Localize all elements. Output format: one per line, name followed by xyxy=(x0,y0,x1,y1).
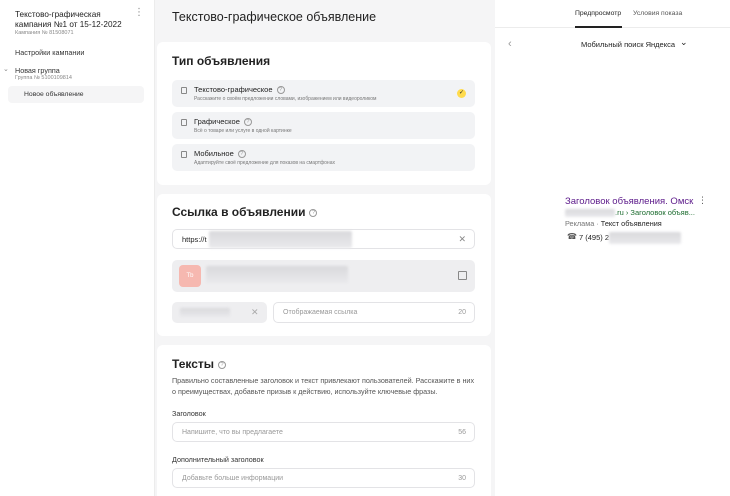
redacted-domain xyxy=(565,209,615,218)
turbo-page-selector[interactable]: Тb xyxy=(172,260,475,292)
preview-panel: Предпросмотр Условия показа ‹ Мобильный … xyxy=(495,0,730,496)
ad-type-option-text-graphic[interactable]: Текстово-графическое? Расскажите о своём… xyxy=(172,80,475,107)
device-selector[interactable]: Мобильный поиск Яндекса xyxy=(581,40,675,49)
texts-heading: Тексты? xyxy=(172,357,227,371)
headline-counter: 56 xyxy=(458,429,466,436)
help-icon[interactable]: ? xyxy=(309,208,318,217)
campaign-title[interactable]: Текстово-графическая кампания №1 от 15-1… xyxy=(15,10,137,30)
url-value: https://t xyxy=(182,235,207,244)
preview-ad-url[interactable]: .ru › Заголовок объяв... xyxy=(565,208,695,218)
option-title: Текстово-графическое? xyxy=(194,85,285,95)
close-icon[interactable]: ✕ xyxy=(251,308,259,317)
tab-preview[interactable]: Предпросмотр xyxy=(575,10,621,17)
preview-phone[interactable]: 7 (495) 2 xyxy=(579,233,609,242)
close-icon[interactable]: ✕ xyxy=(458,235,466,244)
group-number: Группа № 5100109814 xyxy=(15,75,72,81)
texts-hint: Правильно составленные заголовок и текст… xyxy=(172,376,475,396)
help-icon[interactable]: ? xyxy=(243,118,252,127)
help-icon[interactable]: ? xyxy=(237,150,246,159)
ad-link-card: Ссылка в объявлении? https://t ✕ Тb ✕ От… xyxy=(157,194,491,336)
chevron-down-icon[interactable]: ⌄ xyxy=(680,37,688,48)
option-title: Графическое? xyxy=(194,117,252,127)
page-title: Текстово-графическое объявление xyxy=(172,10,377,24)
chevron-left-icon[interactable]: ‹ xyxy=(508,38,512,50)
image-icon xyxy=(181,119,187,126)
redacted-url xyxy=(209,231,352,248)
option-description: Расскажите о своём предложении словами, … xyxy=(194,96,377,102)
turbo-badge: Тb xyxy=(179,265,201,287)
ad-type-option-mobile[interactable]: Мобильное? Адаптируйте своё предложение … xyxy=(172,144,475,171)
ad-type-heading: Тип объявления xyxy=(172,54,271,68)
display-link-counter: 20 xyxy=(458,309,466,316)
ad-link-heading: Ссылка в объявлении? xyxy=(172,205,318,219)
option-description: Всё о товаре или услуге в одной картинке xyxy=(194,128,292,134)
subheadline-label: Дополнительный заголовок xyxy=(172,455,264,464)
ad-type-option-graphic[interactable]: Графическое? Всё о товаре или услуге в о… xyxy=(172,112,475,139)
display-link-placeholder: Отображаемая ссылка xyxy=(283,309,358,316)
display-link-input[interactable]: Отображаемая ссылка 20 xyxy=(273,302,475,323)
redacted-turbo-url xyxy=(206,266,348,283)
sidebar-item-new-ad[interactable]: Новое объявление xyxy=(8,86,144,103)
url-input[interactable]: https://t ✕ xyxy=(172,229,475,249)
headline-placeholder: Напишите, что вы предлагаете xyxy=(182,429,283,436)
option-description: Адаптируйте своё предложение для показов… xyxy=(194,160,335,166)
redacted-domain xyxy=(180,308,230,317)
preview-ad-text: Текст объявления xyxy=(600,219,662,228)
ad-type-card: Тип объявления Текстово-графическое? Рас… xyxy=(157,42,491,185)
more-icon[interactable]: ⋮ xyxy=(698,195,707,206)
domain-chip: ✕ xyxy=(172,302,267,323)
external-link-icon[interactable] xyxy=(458,271,467,280)
preview-ad-label: Реклама · Текст объявления xyxy=(565,219,662,228)
campaign-number: Кампания № 81508071 xyxy=(15,30,74,36)
subheadline-counter: 30 xyxy=(458,475,466,482)
checkmark-icon: ✓ xyxy=(457,89,466,98)
headline-input[interactable]: Напишите, что вы предлагаете 56 xyxy=(172,422,475,442)
group-link[interactable]: Новая группа xyxy=(15,66,60,75)
campaign-menu-icon[interactable]: ⋮ xyxy=(134,8,144,18)
subheadline-placeholder: Добавьте больше информации xyxy=(182,475,284,482)
campaign-settings-link[interactable]: Настройки кампании xyxy=(15,48,84,57)
preview-tabs: Предпросмотр Условия показа xyxy=(495,0,730,28)
tab-conditions[interactable]: Условия показа xyxy=(633,10,682,17)
texts-card: Тексты? Правильно составленные заголовок… xyxy=(157,345,491,496)
phone-icon: ☎ xyxy=(567,232,577,241)
active-tab-indicator xyxy=(575,26,622,28)
help-icon[interactable]: ? xyxy=(276,86,285,95)
help-icon[interactable]: ? xyxy=(218,360,227,369)
redacted-phone xyxy=(609,232,681,244)
sidebar-item-label: Новое объявление xyxy=(24,91,84,98)
chevron-down-icon[interactable]: ⌄ xyxy=(3,65,9,73)
preview-ad-title[interactable]: Заголовок объявления. Омск xyxy=(565,196,693,207)
subheadline-input[interactable]: Добавьте больше информации 30 xyxy=(172,468,475,488)
mobile-icon xyxy=(181,151,187,158)
campaign-sidebar: Текстово-графическая кампания №1 от 15-1… xyxy=(0,0,155,496)
document-icon xyxy=(181,87,187,94)
headline-label: Заголовок xyxy=(172,409,206,418)
option-title: Мобильное? xyxy=(194,149,246,159)
